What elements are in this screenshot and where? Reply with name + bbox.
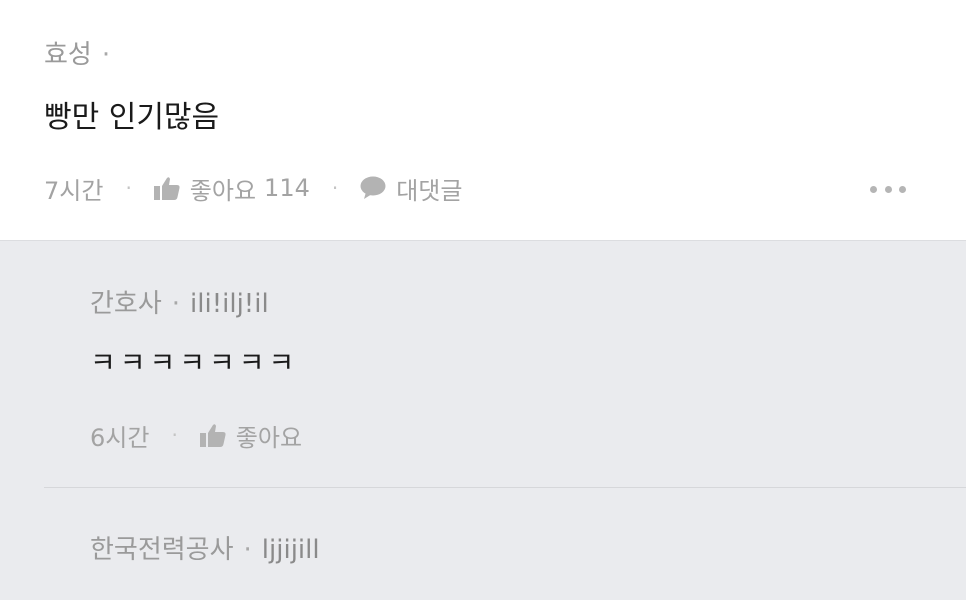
thumbs-up-icon: [153, 177, 180, 200]
reply-actions: 6시간 · 좋아요: [90, 418, 303, 453]
like-count: 114: [264, 174, 310, 202]
reply-handle: ljjijill: [261, 535, 320, 565]
action-separator: ·: [171, 423, 178, 447]
comment-actions: 7시간 · 좋아요 114 · 대댓글: [44, 171, 462, 206]
reply-text: ㅋㅋㅋㅋㅋㅋㅋ: [90, 346, 299, 379]
meta-separator: ·: [101, 40, 111, 70]
comment-text: 빵만 인기많음: [44, 100, 220, 135]
reply-label: 대댓글: [396, 176, 463, 205]
reply-meta: 간호사 · ili!ilj!il: [90, 289, 269, 319]
comment-card: 효성 · 빵만 인기많음 7시간 · 좋아요 114 · 대댓글: [0, 0, 966, 240]
reply-divider: [44, 487, 966, 488]
more-dots-icon[interactable]: [870, 174, 906, 204]
meta-separator: ·: [243, 535, 252, 565]
reply-button[interactable]: 대댓글: [360, 171, 462, 206]
like-button[interactable]: 좋아요 114: [153, 171, 310, 206]
like-label: 좋아요: [235, 423, 303, 452]
comment-author[interactable]: 효성: [44, 40, 92, 70]
thumbs-up-icon: [199, 424, 226, 447]
speech-bubble-icon: [360, 176, 386, 199]
meta-separator: ·: [171, 289, 181, 319]
reply-time: 6시간: [90, 423, 150, 452]
comment-time: 7시간: [44, 176, 104, 205]
reply-handle: ili!ilj!il: [190, 289, 269, 319]
replies-section: 간호사 · ili!ilj!il ㅋㅋㅋㅋㅋㅋㅋ 6시간 · 좋아요 한국전력공사 ·…: [0, 240, 966, 600]
action-separator: ·: [331, 176, 339, 200]
like-label: 좋아요: [189, 176, 257, 205]
action-separator: ·: [125, 176, 132, 200]
reply-author[interactable]: 한국전력공사: [90, 535, 234, 565]
reply-meta: 한국전력공사 · ljjijill: [90, 535, 320, 565]
reply-like-button[interactable]: 좋아요: [199, 418, 303, 453]
comment-meta: 효성 ·: [44, 40, 120, 70]
reply-author[interactable]: 간호사: [90, 289, 162, 319]
